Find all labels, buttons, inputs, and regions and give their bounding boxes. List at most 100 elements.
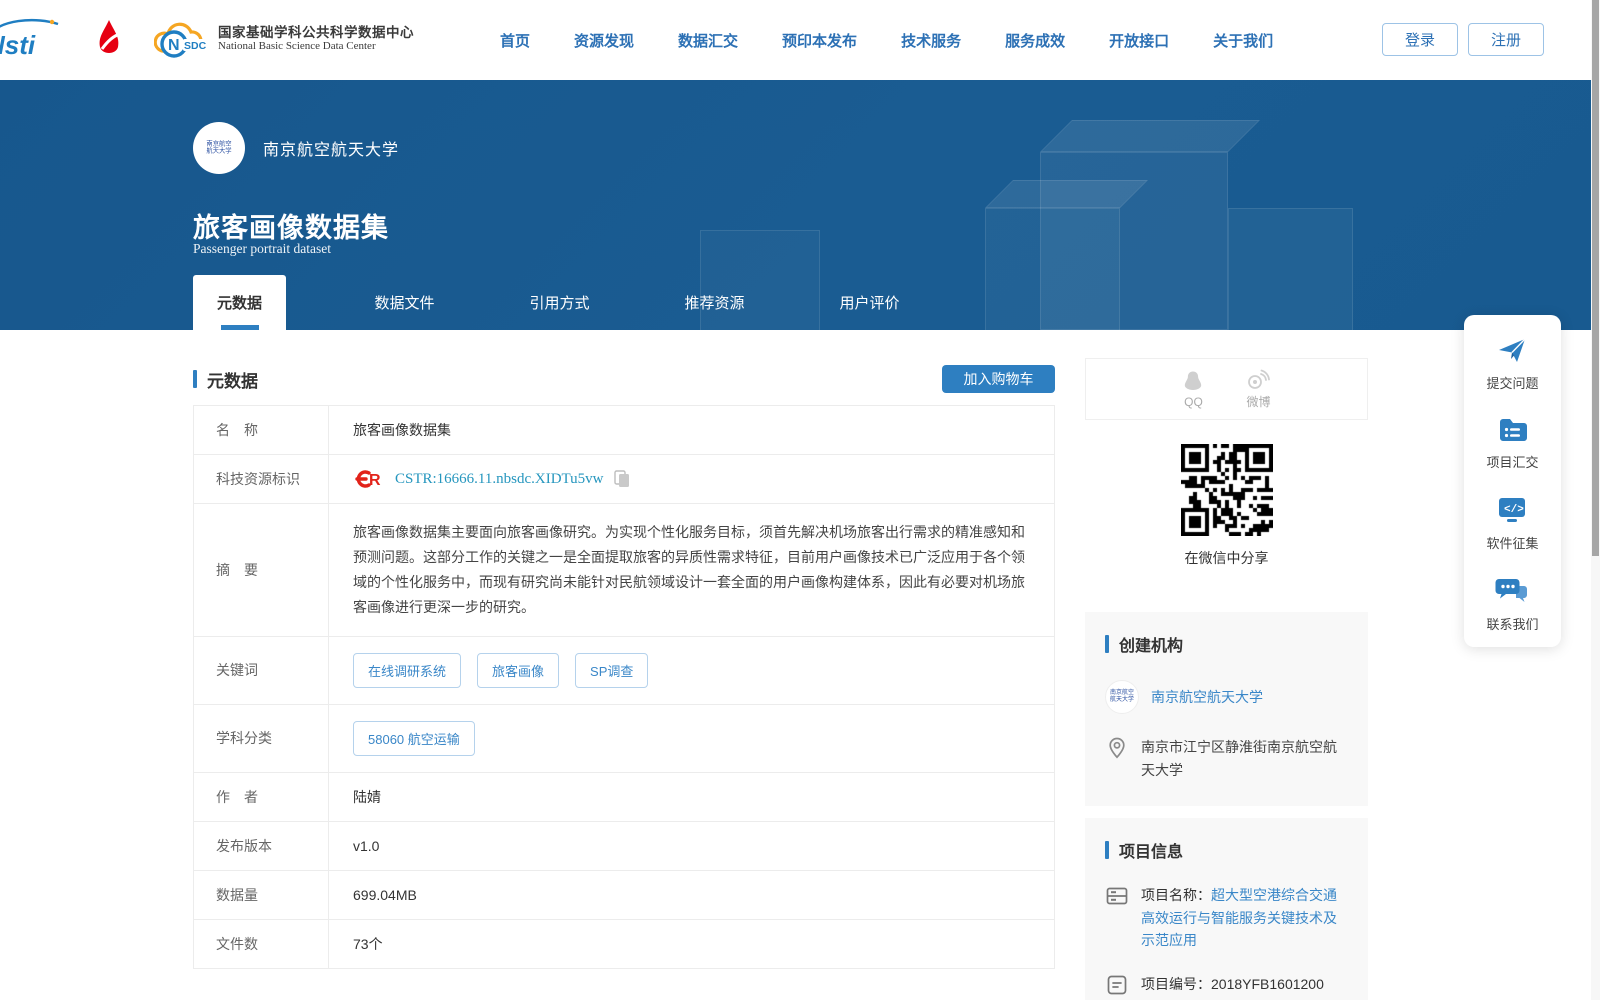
creating-institution-title: 创建机构: [1105, 632, 1348, 656]
svg-text:N: N: [168, 37, 180, 54]
org-avatar: 南京航空 航天大学: [193, 122, 245, 174]
login-button[interactable]: 登录: [1382, 23, 1458, 56]
project-info-card: 项目信息 项目名称：超大型空港综合交通高效运行与智能服务关键技术及示范应用 项目…: [1085, 818, 1368, 1000]
dataset-title: 旅客画像数据集: [193, 213, 389, 243]
code-monitor-icon: </>: [1499, 498, 1526, 522]
tab-recommended[interactable]: 推荐资源: [637, 275, 792, 330]
table-row: 名 称 旅客画像数据集: [194, 406, 1054, 455]
table-row: 文件数 73个: [194, 919, 1054, 968]
paper-plane-icon: [1499, 338, 1526, 362]
scrollbar-thumb[interactable]: [1592, 0, 1599, 556]
wechat-share-caption: 在微信中分享: [1184, 550, 1269, 566]
row-label: 发布版本: [194, 821, 329, 870]
nsdc-name-en: National Basic Science Data Center: [218, 40, 376, 53]
submit-question-label: 提交问题: [1486, 376, 1539, 391]
svg-text:SDC: SDC: [184, 40, 207, 52]
metadata-table: 名 称 旅客画像数据集 科技资源标识 R CSTR:16666.11.nbsdc…: [193, 405, 1055, 969]
institution-avatar: 南京航空 航天大学: [1105, 680, 1139, 714]
dataset-name-value: 旅客画像数据集: [353, 422, 451, 438]
share-qq-button[interactable]: QQ: [1182, 370, 1204, 409]
nsdc-logo: N SDC 国家基础学科公共科学数据中心 National Basic Scie…: [154, 15, 414, 63]
table-row: 关键词 在线调研系统 旅客画像 SP调查: [194, 636, 1054, 705]
project-name-label: 项目名称：: [1141, 887, 1211, 904]
section-accent-bar: [193, 370, 197, 388]
software-collection-button[interactable]: </> 软件征集: [1486, 495, 1539, 552]
register-button[interactable]: 注册: [1468, 23, 1544, 56]
contact-us-label: 联系我们: [1486, 617, 1539, 632]
row-label: 关键词: [194, 636, 329, 704]
add-to-cart-button[interactable]: 加入购物车: [942, 365, 1055, 393]
share-qq-label: QQ: [1184, 394, 1203, 409]
folder-list-icon: [1500, 419, 1528, 441]
project-info-title: 项目信息: [1105, 838, 1348, 862]
table-row: 作 者 陆婧: [194, 772, 1054, 822]
svg-text:</>: </>: [1504, 504, 1524, 516]
table-row: 发布版本 v1.0: [194, 821, 1054, 871]
nav-resource-discovery[interactable]: 资源发现: [574, 30, 634, 51]
nav-tech-service[interactable]: 技术服务: [901, 30, 961, 51]
version-value: v1.0: [353, 837, 380, 854]
svg-text:Nsti: Nsti: [0, 30, 36, 60]
project-code-label: 项目编号：: [1141, 976, 1211, 993]
svg-text:R: R: [369, 472, 381, 489]
top-header: Nsti N SDC 国家基础学科公共: [0, 0, 1600, 80]
data-size-value: 699.04MB: [353, 886, 417, 903]
abstract-value: 旅客画像数据集主要面向旅客画像研究。为实现个性化服务目标，须首先解决机场旅客出行…: [353, 524, 1025, 615]
scrollbar-track[interactable]: [1591, 0, 1600, 1000]
share-card: QQ 微博: [1085, 358, 1368, 420]
location-pin-icon: [1109, 737, 1125, 759]
share-weibo-button[interactable]: 微博: [1246, 368, 1271, 410]
tab-citation[interactable]: 引用方式: [482, 275, 637, 330]
author-value: 陆婧: [353, 788, 381, 805]
software-collection-label: 软件征集: [1486, 536, 1539, 551]
chat-bubbles-icon: [1495, 579, 1528, 602]
institution-link[interactable]: 南京航空航天大学: [1151, 687, 1263, 707]
nav-about-us[interactable]: 关于我们: [1213, 30, 1273, 51]
table-row: 科技资源标识 R CSTR:16666.11.nbsdc.XIDTu5vw: [194, 455, 1054, 504]
submit-question-button[interactable]: 提交问题: [1486, 335, 1539, 392]
table-row: 数据量 699.04MB: [194, 870, 1054, 920]
project-name-icon: [1106, 887, 1128, 905]
row-label: 文件数: [194, 919, 329, 968]
project-code-value: 2018YFB1601200: [1211, 976, 1324, 993]
tab-data-files[interactable]: 数据文件: [327, 275, 482, 330]
nav-open-api[interactable]: 开放接口: [1109, 30, 1169, 51]
nav-data-submission[interactable]: 数据汇交: [678, 30, 738, 51]
tab-metadata[interactable]: 元数据: [193, 275, 286, 330]
project-code-icon: [1107, 976, 1127, 995]
subject-chip[interactable]: 58060 航空运输: [353, 720, 475, 756]
project-submission-button[interactable]: 项目汇交: [1486, 416, 1539, 471]
copy-icon[interactable]: [613, 470, 630, 488]
share-weibo-label: 微博: [1246, 395, 1271, 409]
wechat-qr-code: [1180, 444, 1273, 536]
institution-address: 南京市江宁区静淮街南京航空航天大学: [1141, 739, 1337, 779]
nav-preprint[interactable]: 预印本发布: [782, 30, 857, 51]
tab-bar: 元数据 数据文件 引用方式 推荐资源 用户评价: [193, 275, 947, 330]
contact-us-button[interactable]: 联系我们: [1486, 576, 1539, 633]
nav-service-results[interactable]: 服务成效: [1005, 30, 1065, 51]
main-nav: 首页 资源发现 数据汇交 预印本发布 技术服务 服务成效 开放接口 关于我们: [500, 0, 1273, 80]
page: Nsti N SDC 国家基础学科公共: [0, 0, 1600, 1000]
metadata-section-title: 元数据: [193, 367, 258, 392]
keyword-chip[interactable]: 在线调研系统: [353, 652, 462, 688]
section-accent-bar: [1105, 841, 1109, 860]
row-label: 作 者: [194, 772, 329, 821]
weibo-icon: [1248, 369, 1271, 389]
file-count-value: 73个: [353, 935, 383, 952]
tab-metadata-label: 元数据: [216, 295, 262, 312]
nsdc-name-cn: 国家基础学科公共科学数据中心: [218, 24, 414, 40]
table-row: 学科分类 58060 航空运输: [194, 704, 1054, 773]
tab-reviews[interactable]: 用户评价: [792, 275, 947, 330]
section-accent-bar: [1105, 635, 1109, 653]
cstr-logo-icon: R: [353, 469, 385, 489]
nav-home[interactable]: 首页: [500, 30, 530, 51]
keyword-chip[interactable]: SP调查: [575, 652, 649, 688]
keyword-chip[interactable]: 旅客画像: [477, 652, 560, 688]
red-emblem-logo: [90, 16, 128, 62]
cstr-identifier-link[interactable]: CSTR:16666.11.nbsdc.XIDTu5vw: [395, 471, 604, 488]
row-label: 名 称: [194, 406, 329, 454]
floating-action-panel: 提交问题 项目汇交 </> 软件征集 联系我们: [1464, 315, 1561, 647]
hero-org-name: 南京航空航天大学: [263, 142, 400, 159]
nsti-logo: Nsti: [0, 14, 64, 64]
dataset-subtitle: Passenger portrait dataset: [193, 241, 331, 256]
